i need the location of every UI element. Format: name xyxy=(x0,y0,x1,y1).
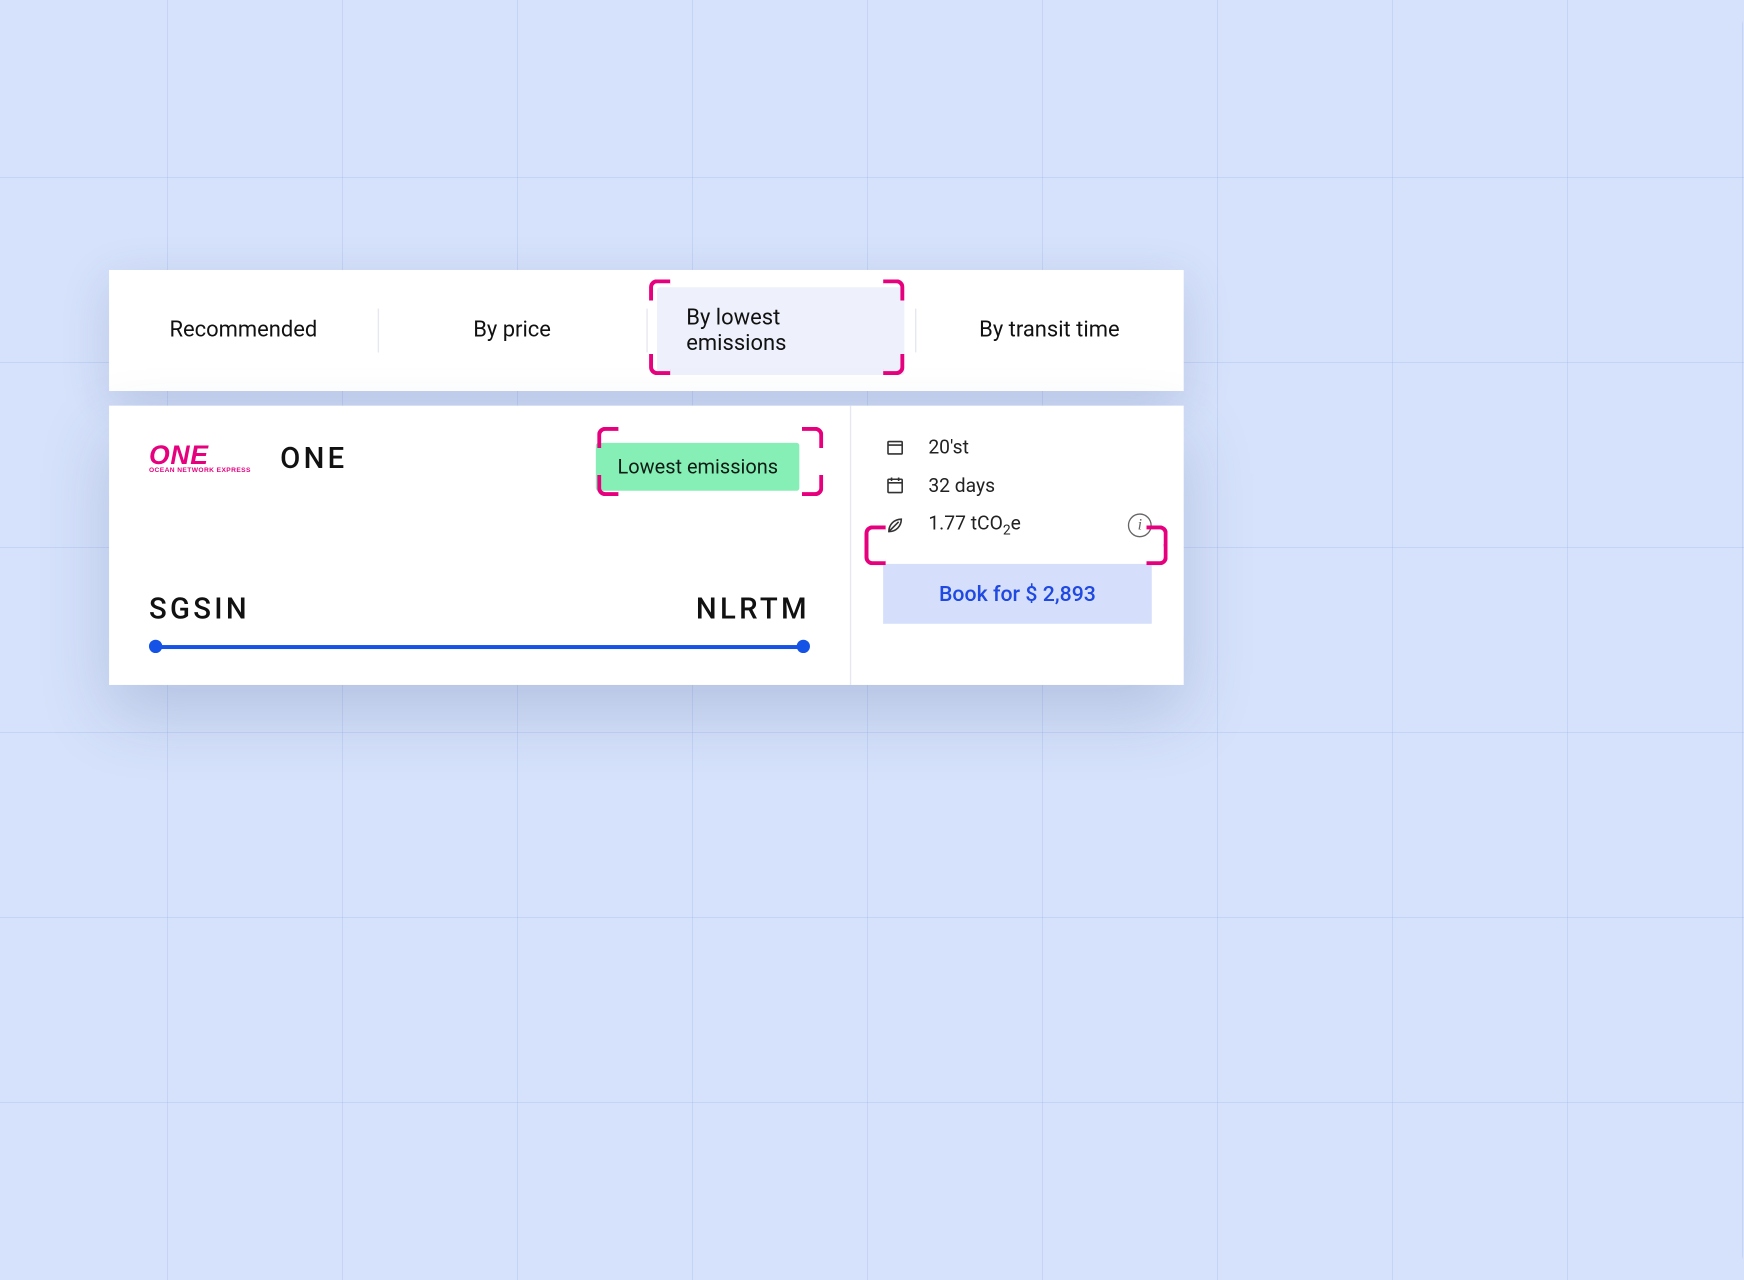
container-value: 20'st xyxy=(928,436,969,459)
result-main: ONE OCEAN NETWORK EXPRESS ONE Lowest emi… xyxy=(109,406,851,685)
carrier-name: ONE xyxy=(280,443,347,476)
tab-label: By transit time xyxy=(979,318,1119,343)
tab-by-transit-time[interactable]: By transit time xyxy=(915,270,1184,391)
emissions-value: 1.77 tCO2e xyxy=(928,512,1021,538)
destination-code: NLRTM xyxy=(696,593,810,626)
container-icon xyxy=(883,435,907,459)
emissions-spec: 1.77 tCO2e i xyxy=(883,512,1152,538)
tab-label: By price xyxy=(473,318,551,343)
tab-label: By lowest emissions xyxy=(686,305,786,356)
book-button[interactable]: Book for $ 2,893 xyxy=(883,564,1152,624)
blueprint-background: Recommended By price By lowest emissions… xyxy=(0,0,1744,1280)
tab-by-price[interactable]: By price xyxy=(378,270,647,391)
carrier-logo-icon: ONE OCEAN NETWORK EXPRESS xyxy=(149,445,251,475)
lowest-emissions-badge: Lowest emissions xyxy=(596,443,799,491)
info-icon[interactable]: i xyxy=(1128,513,1152,537)
tab-by-lowest-emissions[interactable]: By lowest emissions xyxy=(646,270,915,391)
transit-value: 32 days xyxy=(928,474,995,497)
tab-recommended[interactable]: Recommended xyxy=(109,270,378,391)
book-button-label: Book for $ 2,893 xyxy=(939,581,1096,606)
origin-code: SGSIN xyxy=(149,593,250,626)
transit-spec: 32 days xyxy=(883,473,1152,497)
route-line-icon xyxy=(149,640,810,653)
route: SGSIN NLRTM xyxy=(149,593,810,653)
result-details: 20'st 32 days 1.77 tCO2e i xyxy=(851,406,1184,685)
container-spec: 20'st xyxy=(883,435,1152,459)
sort-tabs: Recommended By price By lowest emissions… xyxy=(109,270,1184,391)
result-card: ONE OCEAN NETWORK EXPRESS ONE Lowest emi… xyxy=(109,406,1184,685)
leaf-icon xyxy=(883,513,907,537)
calendar-icon xyxy=(883,473,907,497)
tab-label: Recommended xyxy=(169,318,317,343)
